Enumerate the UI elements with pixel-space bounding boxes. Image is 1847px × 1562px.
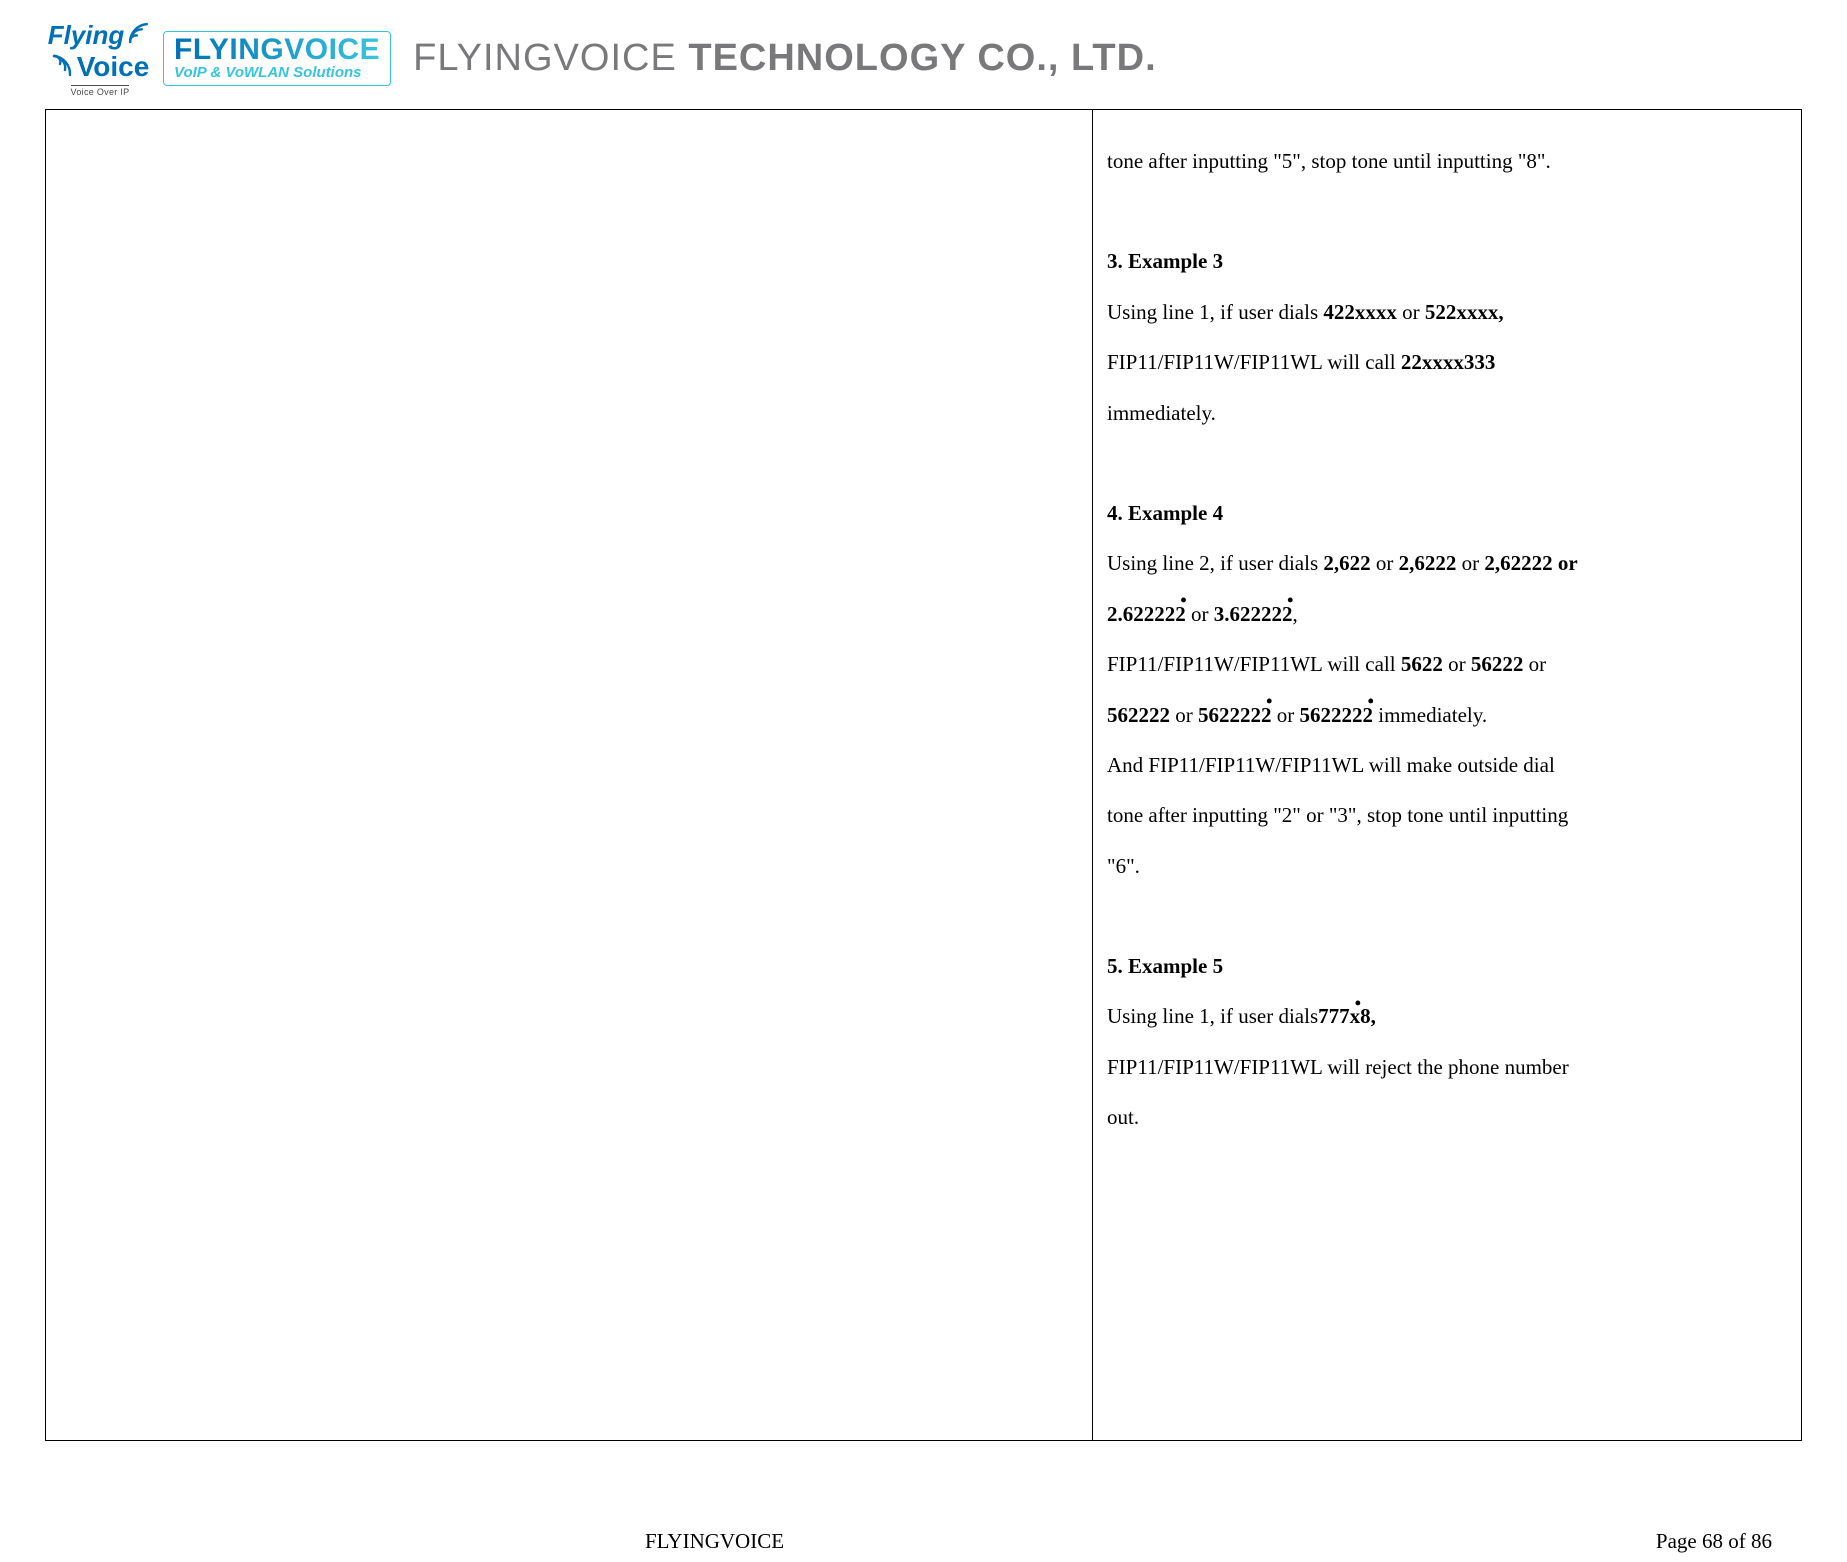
example-3-line1: Using line 1, if user dials 422xxxx or 5… xyxy=(1107,287,1787,337)
example-5-heading: 5. Example 5 xyxy=(1107,941,1787,991)
footer-page-number: Page 68 of 86 xyxy=(1656,1529,1772,1554)
example-4-line6: tone after inputting "2" or "3", stop to… xyxy=(1107,790,1787,840)
company-name: FLYINGVOICE TECHNOLOGY CO., LTD. xyxy=(413,37,1157,80)
body-line-tone: tone after inputting "5", stop tone unti… xyxy=(1107,136,1787,186)
example-3-heading: 3. Example 3 xyxy=(1107,236,1787,286)
table-left-cell xyxy=(46,110,1093,1440)
logo-subtitle: Voice Over IP xyxy=(71,85,130,97)
example-4-line4: 562222 or 5622222 or 5622222 immediately… xyxy=(1107,690,1787,740)
example-4-line2: 2.622222 or 3.622222, xyxy=(1107,589,1787,639)
example-4-line1: Using line 2, if user dials 2,622 or 2,6… xyxy=(1107,538,1787,588)
example-3-line3: immediately. xyxy=(1107,388,1787,438)
brand-name: FLYINGVOICE xyxy=(174,34,380,66)
example-3-line2: FIP11/FIP11W/FIP11WL will call 22xxxx333 xyxy=(1107,337,1787,387)
company-name-thin: FLYINGVOICE xyxy=(413,37,688,79)
page-footer: FLYINGVOICE Page 68 of 86 xyxy=(45,1529,1802,1554)
footer-center: FLYINGVOICE xyxy=(645,1529,784,1554)
company-name-bold: TECHNOLOGY CO., LTD. xyxy=(688,37,1156,79)
table-right-cell: tone after inputting "5", stop tone unti… xyxy=(1093,110,1801,1440)
logo-voice-text: Voice xyxy=(77,51,150,83)
example-4-heading: 4. Example 4 xyxy=(1107,488,1787,538)
voice-wave-icon xyxy=(51,53,73,81)
example-4-line5: And FIP11/FIP11W/FIP11WL will make outsi… xyxy=(1107,740,1787,790)
example-4-line3: FIP11/FIP11W/FIP11WL will call 5622 or 5… xyxy=(1107,639,1787,689)
content-frame: tone after inputting "5", stop tone unti… xyxy=(45,109,1802,1441)
wifi-icon xyxy=(123,18,155,54)
logo-mark: Flying Voice Voice Over IP xyxy=(45,20,155,97)
example-5-line2: FIP11/FIP11W/FIP11WL will reject the pho… xyxy=(1107,1042,1787,1092)
brand-block: FLYINGVOICE VoIP & VoWLAN Solutions xyxy=(163,31,391,86)
example-5-line3: out. xyxy=(1107,1092,1787,1142)
page-header: Flying Voice Voice Over IP FLYINGVOICE V… xyxy=(45,20,1802,97)
logo-flying-text: Flying xyxy=(48,20,125,51)
brand-tagline: VoIP & VoWLAN Solutions xyxy=(174,65,380,81)
example-5-line1: Using line 1, if user dials777x8, xyxy=(1107,991,1787,1041)
example-4-line7: "6". xyxy=(1107,841,1787,891)
